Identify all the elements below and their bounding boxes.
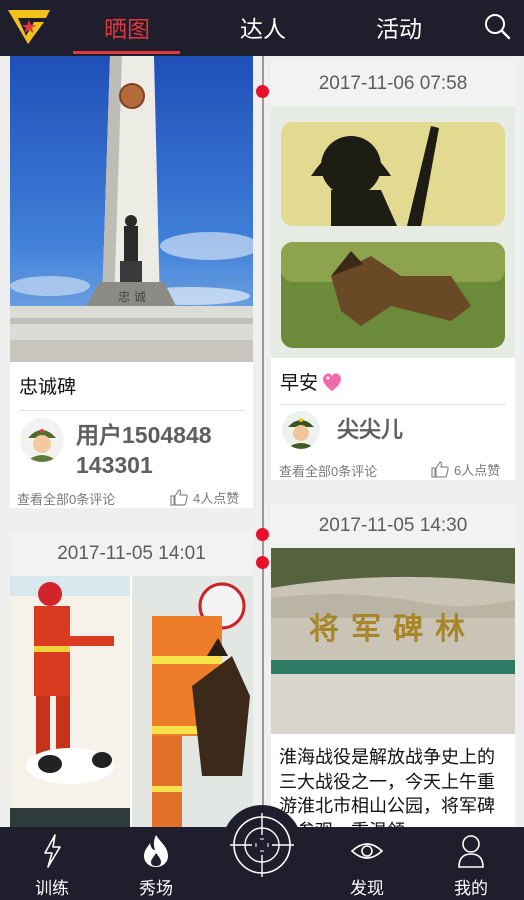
post-date: 2017-11-05 14:30 <box>271 504 515 548</box>
nav-label: 秀场 <box>139 879 173 899</box>
nav-mine[interactable]: 我的 <box>426 827 516 900</box>
view-comments-link[interactable]: 查看全部0条评论 <box>17 489 115 508</box>
post-caption: 早安 <box>280 372 319 394</box>
photo-feed[interactable]: 忠 诚 忠诚碑 用户1504848 143301 查看全部0条评论 4人点赞 2… <box>0 56 524 827</box>
flame-icon <box>144 835 168 867</box>
soldier-avatar-icon <box>282 411 320 449</box>
eye-icon <box>350 843 384 859</box>
top-bar: 晒图 达人 活动 <box>0 0 524 56</box>
app-logo <box>8 10 50 44</box>
tab-share-photos[interactable]: 晒图 <box>72 10 182 44</box>
heart-sparkle-icon <box>323 372 341 391</box>
timeline-line <box>262 56 264 827</box>
nav-label: 训练 <box>35 879 69 899</box>
tab-activities[interactable]: 活动 <box>344 10 454 44</box>
post-username[interactable]: 用户1504848 143301 <box>76 420 212 480</box>
post-card[interactable]: 2017-11-05 14:01 <box>10 532 253 827</box>
like-count: 4人点赞 <box>193 491 240 506</box>
post-card[interactable]: 2017-11-06 07:58 早安 尖尖儿 查看全部0条评论 6人点赞 <box>271 62 515 480</box>
like-button[interactable]: 4人点赞 <box>170 488 239 507</box>
avatar[interactable] <box>282 411 320 449</box>
divider <box>19 410 244 411</box>
nav-label: 发现 <box>350 879 384 899</box>
post-text: 淮海战役是解放战争史上的三大战役之一，今天上午重游淮北市相山公园，将军碑林参观，… <box>279 747 495 827</box>
post-photo-firefighter-1[interactable] <box>10 576 130 827</box>
center-action-button[interactable] <box>222 805 302 885</box>
lightning-icon <box>44 834 61 868</box>
thumbs-up-icon <box>431 461 449 478</box>
post-date: 2017-11-05 14:01 <box>10 532 253 576</box>
timeline-dot <box>256 528 269 541</box>
post-photo-firefighter-2[interactable] <box>132 576 253 827</box>
divider <box>280 404 506 405</box>
post-card[interactable]: 2017-11-05 14:30 将军碑林 淮海战役是解放战争史上的三大战役之一… <box>271 504 515 827</box>
nav-showcase[interactable]: 秀场 <box>111 827 201 900</box>
nav-discover[interactable]: 发现 <box>322 827 412 900</box>
active-tab-indicator <box>73 51 180 54</box>
post-caption: 忠诚碑 <box>19 376 77 398</box>
nav-label: 我的 <box>454 879 488 899</box>
view-comments-link[interactable]: 查看全部0条评论 <box>279 461 377 480</box>
stele-inscription: 将军碑林 <box>309 612 477 647</box>
crosshair-icon <box>230 813 294 877</box>
post-caption-row: 早安 <box>280 368 344 395</box>
like-count: 6人点赞 <box>454 463 501 478</box>
post-card[interactable]: 忠 诚 忠诚碑 用户1504848 143301 查看全部0条评论 4人点赞 <box>10 56 253 508</box>
soldier-avatar-icon <box>20 418 64 462</box>
timeline-dot <box>256 85 269 98</box>
post-photo-stele[interactable]: 将军碑林 <box>271 548 515 734</box>
thumbs-up-icon <box>170 489 188 506</box>
post-date: 2017-11-06 07:58 <box>271 62 515 106</box>
timeline-dot <box>256 556 269 569</box>
nav-training[interactable]: 训练 <box>7 827 97 900</box>
post-photo-soldier[interactable] <box>271 106 515 358</box>
search-icon[interactable] <box>482 12 512 42</box>
post-username[interactable]: 尖尖儿 <box>337 416 403 444</box>
like-button[interactable]: 6人点赞 <box>431 460 500 479</box>
person-icon <box>458 835 484 868</box>
tab-experts[interactable]: 达人 <box>208 10 318 44</box>
post-photo-monument[interactable]: 忠 诚 <box>10 56 253 362</box>
avatar[interactable] <box>20 418 64 462</box>
svg-text:忠 诚: 忠 诚 <box>118 290 146 304</box>
